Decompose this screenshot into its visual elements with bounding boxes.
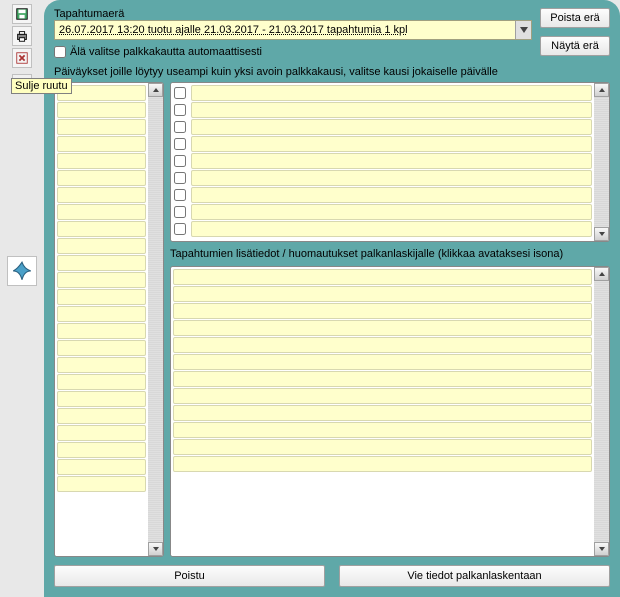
list-item[interactable] xyxy=(57,442,146,458)
tooltip-close: Sulje ruutu xyxy=(11,78,72,94)
list-item[interactable] xyxy=(173,388,592,404)
batch-select[interactable]: 26.07.2017 13:20 tuotu ajalle 21.03.2017… xyxy=(54,20,532,40)
list-item[interactable] xyxy=(173,337,592,353)
row-checkbox[interactable] xyxy=(174,223,186,235)
details-list[interactable] xyxy=(170,266,610,557)
delete-batch-button[interactable]: Poista erä xyxy=(540,8,610,28)
list-item[interactable] xyxy=(57,136,146,152)
list-item[interactable] xyxy=(191,119,592,135)
list-item[interactable] xyxy=(57,238,146,254)
app-logo xyxy=(7,256,37,286)
scroll-down-icon[interactable] xyxy=(594,227,609,241)
scrollbar[interactable] xyxy=(594,83,609,241)
list-item[interactable] xyxy=(191,204,592,220)
scroll-down-icon[interactable] xyxy=(594,542,609,556)
left-toolbar: Sulje ruutu P xyxy=(0,0,44,597)
list-item[interactable] xyxy=(57,408,146,424)
list-item[interactable] xyxy=(57,102,146,118)
main-panel: Tapahtumaerä 26.07.2017 13:20 tuotu ajal… xyxy=(44,0,620,597)
list-item[interactable] xyxy=(173,354,592,370)
close-icon[interactable] xyxy=(12,48,32,68)
list-item[interactable] xyxy=(57,272,146,288)
list-item[interactable] xyxy=(173,371,592,387)
scroll-track[interactable] xyxy=(594,97,609,227)
row-checkbox[interactable] xyxy=(174,87,186,99)
list-item[interactable] xyxy=(191,170,592,186)
list-item[interactable] xyxy=(173,422,592,438)
list-item[interactable] xyxy=(57,306,146,322)
list-item[interactable] xyxy=(57,119,146,135)
row-checkbox[interactable] xyxy=(174,172,186,184)
list-item[interactable] xyxy=(57,187,146,203)
exit-button[interactable]: Poistu xyxy=(54,565,325,587)
row-checkbox[interactable] xyxy=(174,155,186,167)
list-item[interactable] xyxy=(57,204,146,220)
list-item[interactable] xyxy=(173,456,592,472)
list-item[interactable] xyxy=(173,320,592,336)
list-item[interactable] xyxy=(57,289,146,305)
list-item[interactable] xyxy=(57,459,146,475)
list-item[interactable] xyxy=(191,136,592,152)
row-checkbox[interactable] xyxy=(174,104,186,116)
list-item[interactable] xyxy=(173,439,592,455)
details-section-label: Tapahtumien lisätiedot / huomautukset pa… xyxy=(170,248,610,260)
list-item[interactable] xyxy=(191,221,592,237)
scroll-up-icon[interactable] xyxy=(594,83,609,97)
row-checkbox[interactable] xyxy=(174,121,186,133)
list-item[interactable] xyxy=(173,303,592,319)
list-item[interactable] xyxy=(191,85,592,101)
list-item[interactable] xyxy=(57,476,146,492)
list-item[interactable] xyxy=(191,153,592,169)
dates-list xyxy=(54,82,164,557)
list-item[interactable] xyxy=(173,405,592,421)
scrollbar[interactable] xyxy=(594,267,609,556)
scroll-down-icon[interactable] xyxy=(148,542,163,556)
list-item[interactable] xyxy=(57,340,146,356)
batch-selected-text: 26.07.2017 13:20 tuotu ajalle 21.03.2017… xyxy=(55,24,515,36)
row-checkbox[interactable] xyxy=(174,138,186,150)
list-item[interactable] xyxy=(57,170,146,186)
export-button[interactable]: Vie tiedot palkanlaskentaan xyxy=(339,565,610,587)
list-item[interactable] xyxy=(173,286,592,302)
batch-label: Tapahtumaerä xyxy=(54,8,532,20)
scroll-track[interactable] xyxy=(148,97,163,542)
auto-period-checkbox[interactable] xyxy=(54,46,66,58)
row-checkbox[interactable] xyxy=(174,206,186,218)
print-icon[interactable] xyxy=(12,26,32,46)
chevron-down-icon[interactable] xyxy=(515,21,531,39)
list-item[interactable] xyxy=(57,374,146,390)
show-batch-button[interactable]: Näytä erä xyxy=(540,36,610,56)
auto-period-label: Älä valitse palkkakautta automaattisesti xyxy=(70,46,262,58)
list-item[interactable] xyxy=(191,187,592,203)
list-item[interactable] xyxy=(57,391,146,407)
list-item[interactable] xyxy=(173,269,592,285)
scroll-up-icon[interactable] xyxy=(148,83,163,97)
list-item[interactable] xyxy=(57,425,146,441)
period-list xyxy=(170,82,610,242)
scroll-track[interactable] xyxy=(594,281,609,542)
list-item[interactable] xyxy=(191,102,592,118)
scroll-up-icon[interactable] xyxy=(594,267,609,281)
list-item[interactable] xyxy=(57,221,146,237)
list-item[interactable] xyxy=(57,153,146,169)
save-icon[interactable] xyxy=(12,4,32,24)
list-item[interactable] xyxy=(57,255,146,271)
list-item[interactable] xyxy=(57,323,146,339)
scrollbar[interactable] xyxy=(148,83,163,556)
row-checkbox[interactable] xyxy=(174,189,186,201)
list-item[interactable] xyxy=(57,357,146,373)
dates-section-label: Päiväykset joille löytyy useampi kuin yk… xyxy=(54,66,610,78)
